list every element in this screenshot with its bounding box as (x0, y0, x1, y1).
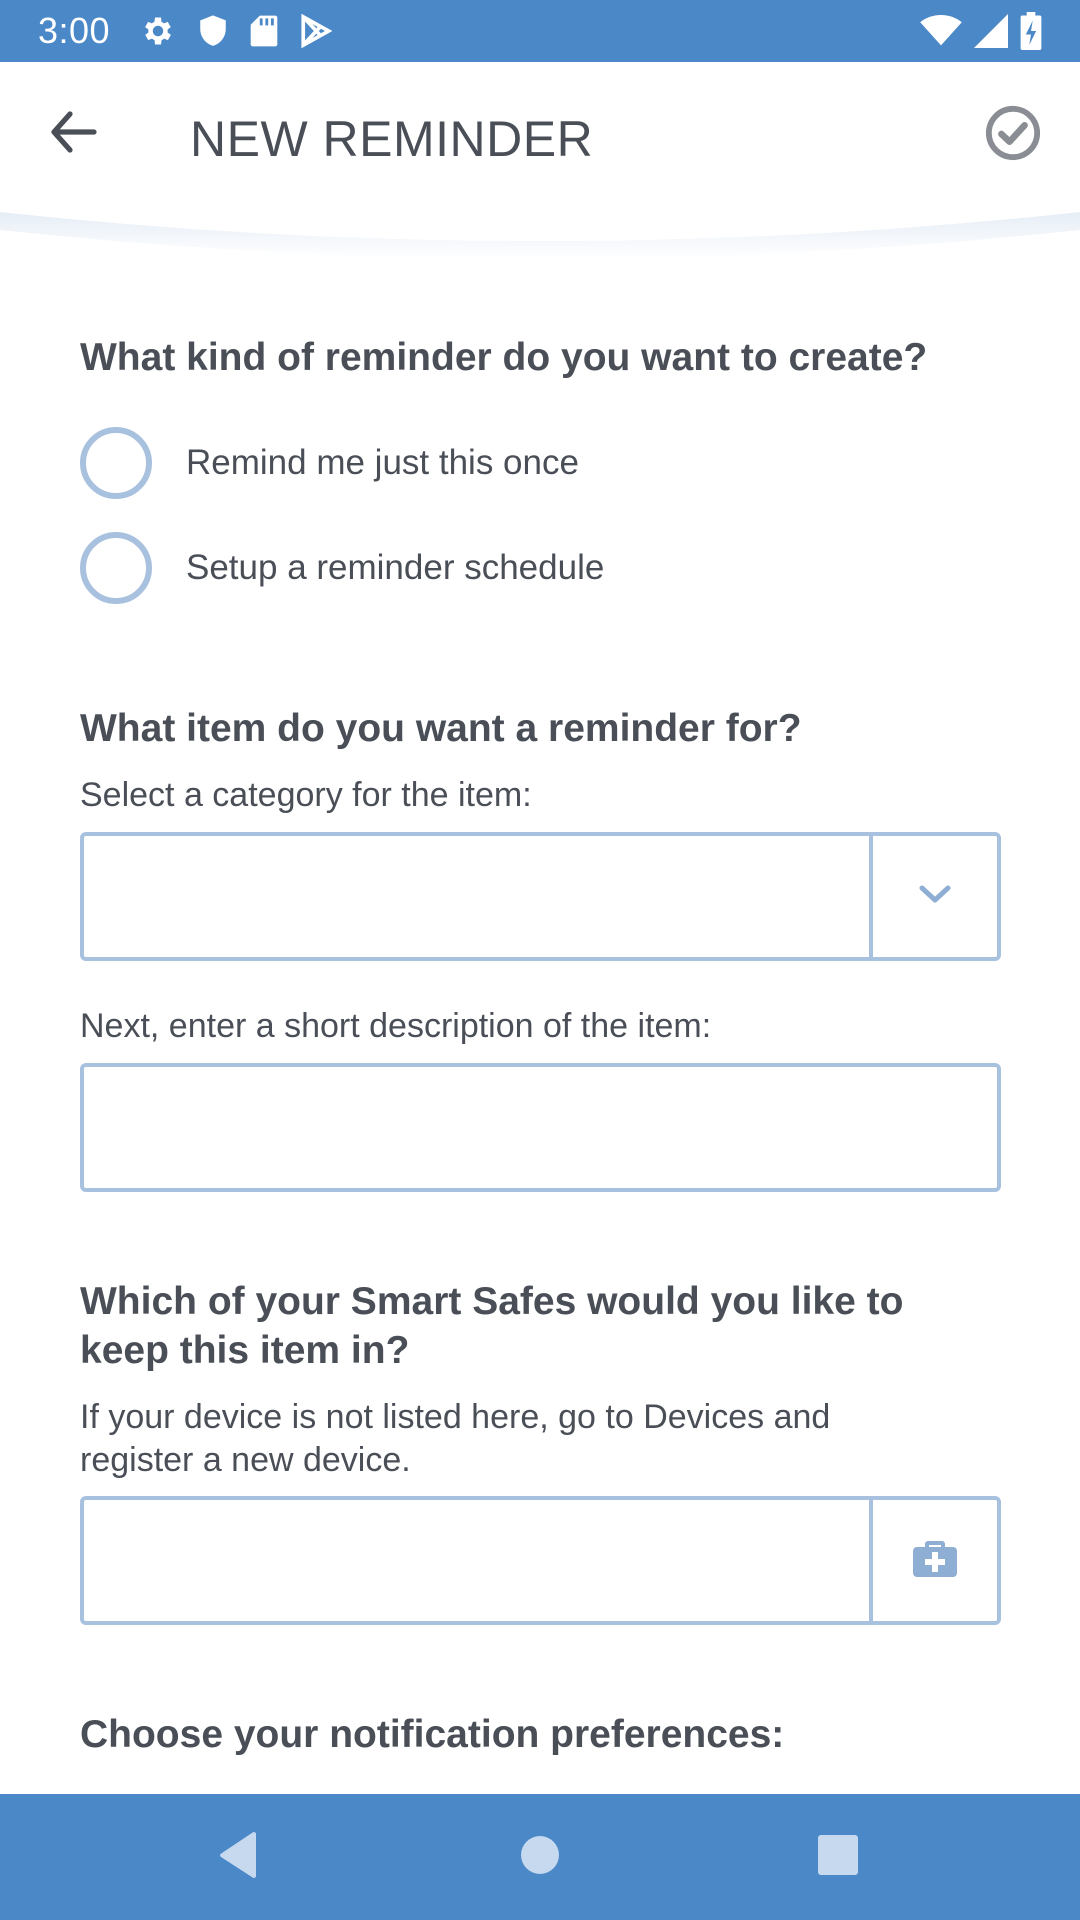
nav-recents-button[interactable] (813, 1832, 863, 1882)
page-title: NEW REMINDER (190, 111, 594, 167)
status-bar: 3:00 (0, 0, 1080, 62)
status-icons-right (920, 12, 1042, 50)
sd-card-icon (250, 14, 278, 48)
safe-heading-line2: keep this item in? (80, 1329, 410, 1372)
category-hint: Select a category for the item: (80, 776, 532, 814)
chevron-down-icon (917, 883, 953, 910)
radio-option-schedule[interactable]: Setup a reminder schedule (80, 532, 604, 604)
safe-hint-line1: If your device is not listed here, go to… (80, 1398, 831, 1436)
square-recents-icon (817, 1834, 859, 1881)
circle-home-icon (520, 1835, 560, 1880)
header-curve-divider (0, 200, 1080, 259)
medical-kit-icon (911, 1537, 959, 1584)
play-store-icon (300, 14, 333, 48)
category-dropdown-button[interactable] (869, 836, 997, 957)
radio-button[interactable] (80, 427, 152, 499)
nav-home-button[interactable] (515, 1832, 565, 1882)
screen: 3:00 NEW REMINDER What kind of reminder … (0, 0, 1080, 1920)
radio-label: Setup a reminder schedule (186, 548, 605, 587)
signal-icon (974, 14, 1008, 48)
confirm-button[interactable] (984, 104, 1044, 164)
description-hint: Next, enter a short description of the i… (80, 1007, 712, 1045)
safe-heading-line1: Which of your Smart Safes would you like… (80, 1280, 904, 1323)
back-button[interactable] (42, 102, 106, 166)
radio-button[interactable] (80, 532, 152, 604)
safe-select[interactable] (80, 1496, 1001, 1625)
status-icons-left (140, 13, 333, 49)
wifi-icon (920, 15, 962, 47)
shield-icon (198, 14, 228, 48)
safe-hint-line2: register a new device. (80, 1441, 411, 1479)
triangle-back-icon (218, 1831, 260, 1883)
navigation-bar (0, 1794, 1080, 1920)
radio-option-once[interactable]: Remind me just this once (80, 427, 579, 499)
reminder-kind-heading: What kind of reminder do you want to cre… (80, 336, 928, 379)
nav-back-button[interactable] (214, 1831, 264, 1883)
arrow-left-icon (50, 110, 98, 159)
radio-label: Remind me just this once (186, 443, 579, 482)
category-select[interactable] (80, 832, 1001, 961)
app-bar: NEW REMINDER (0, 62, 1080, 212)
battery-charging-icon (1020, 12, 1042, 50)
item-heading: What item do you want a reminder for? (80, 707, 802, 750)
check-circle-icon (984, 105, 1042, 166)
description-input[interactable] (80, 1063, 1001, 1192)
notification-heading: Choose your notification preferences: (80, 1713, 785, 1756)
safe-picker-button[interactable] (869, 1500, 997, 1621)
gear-icon (140, 13, 176, 49)
status-time: 3:00 (38, 10, 111, 51)
